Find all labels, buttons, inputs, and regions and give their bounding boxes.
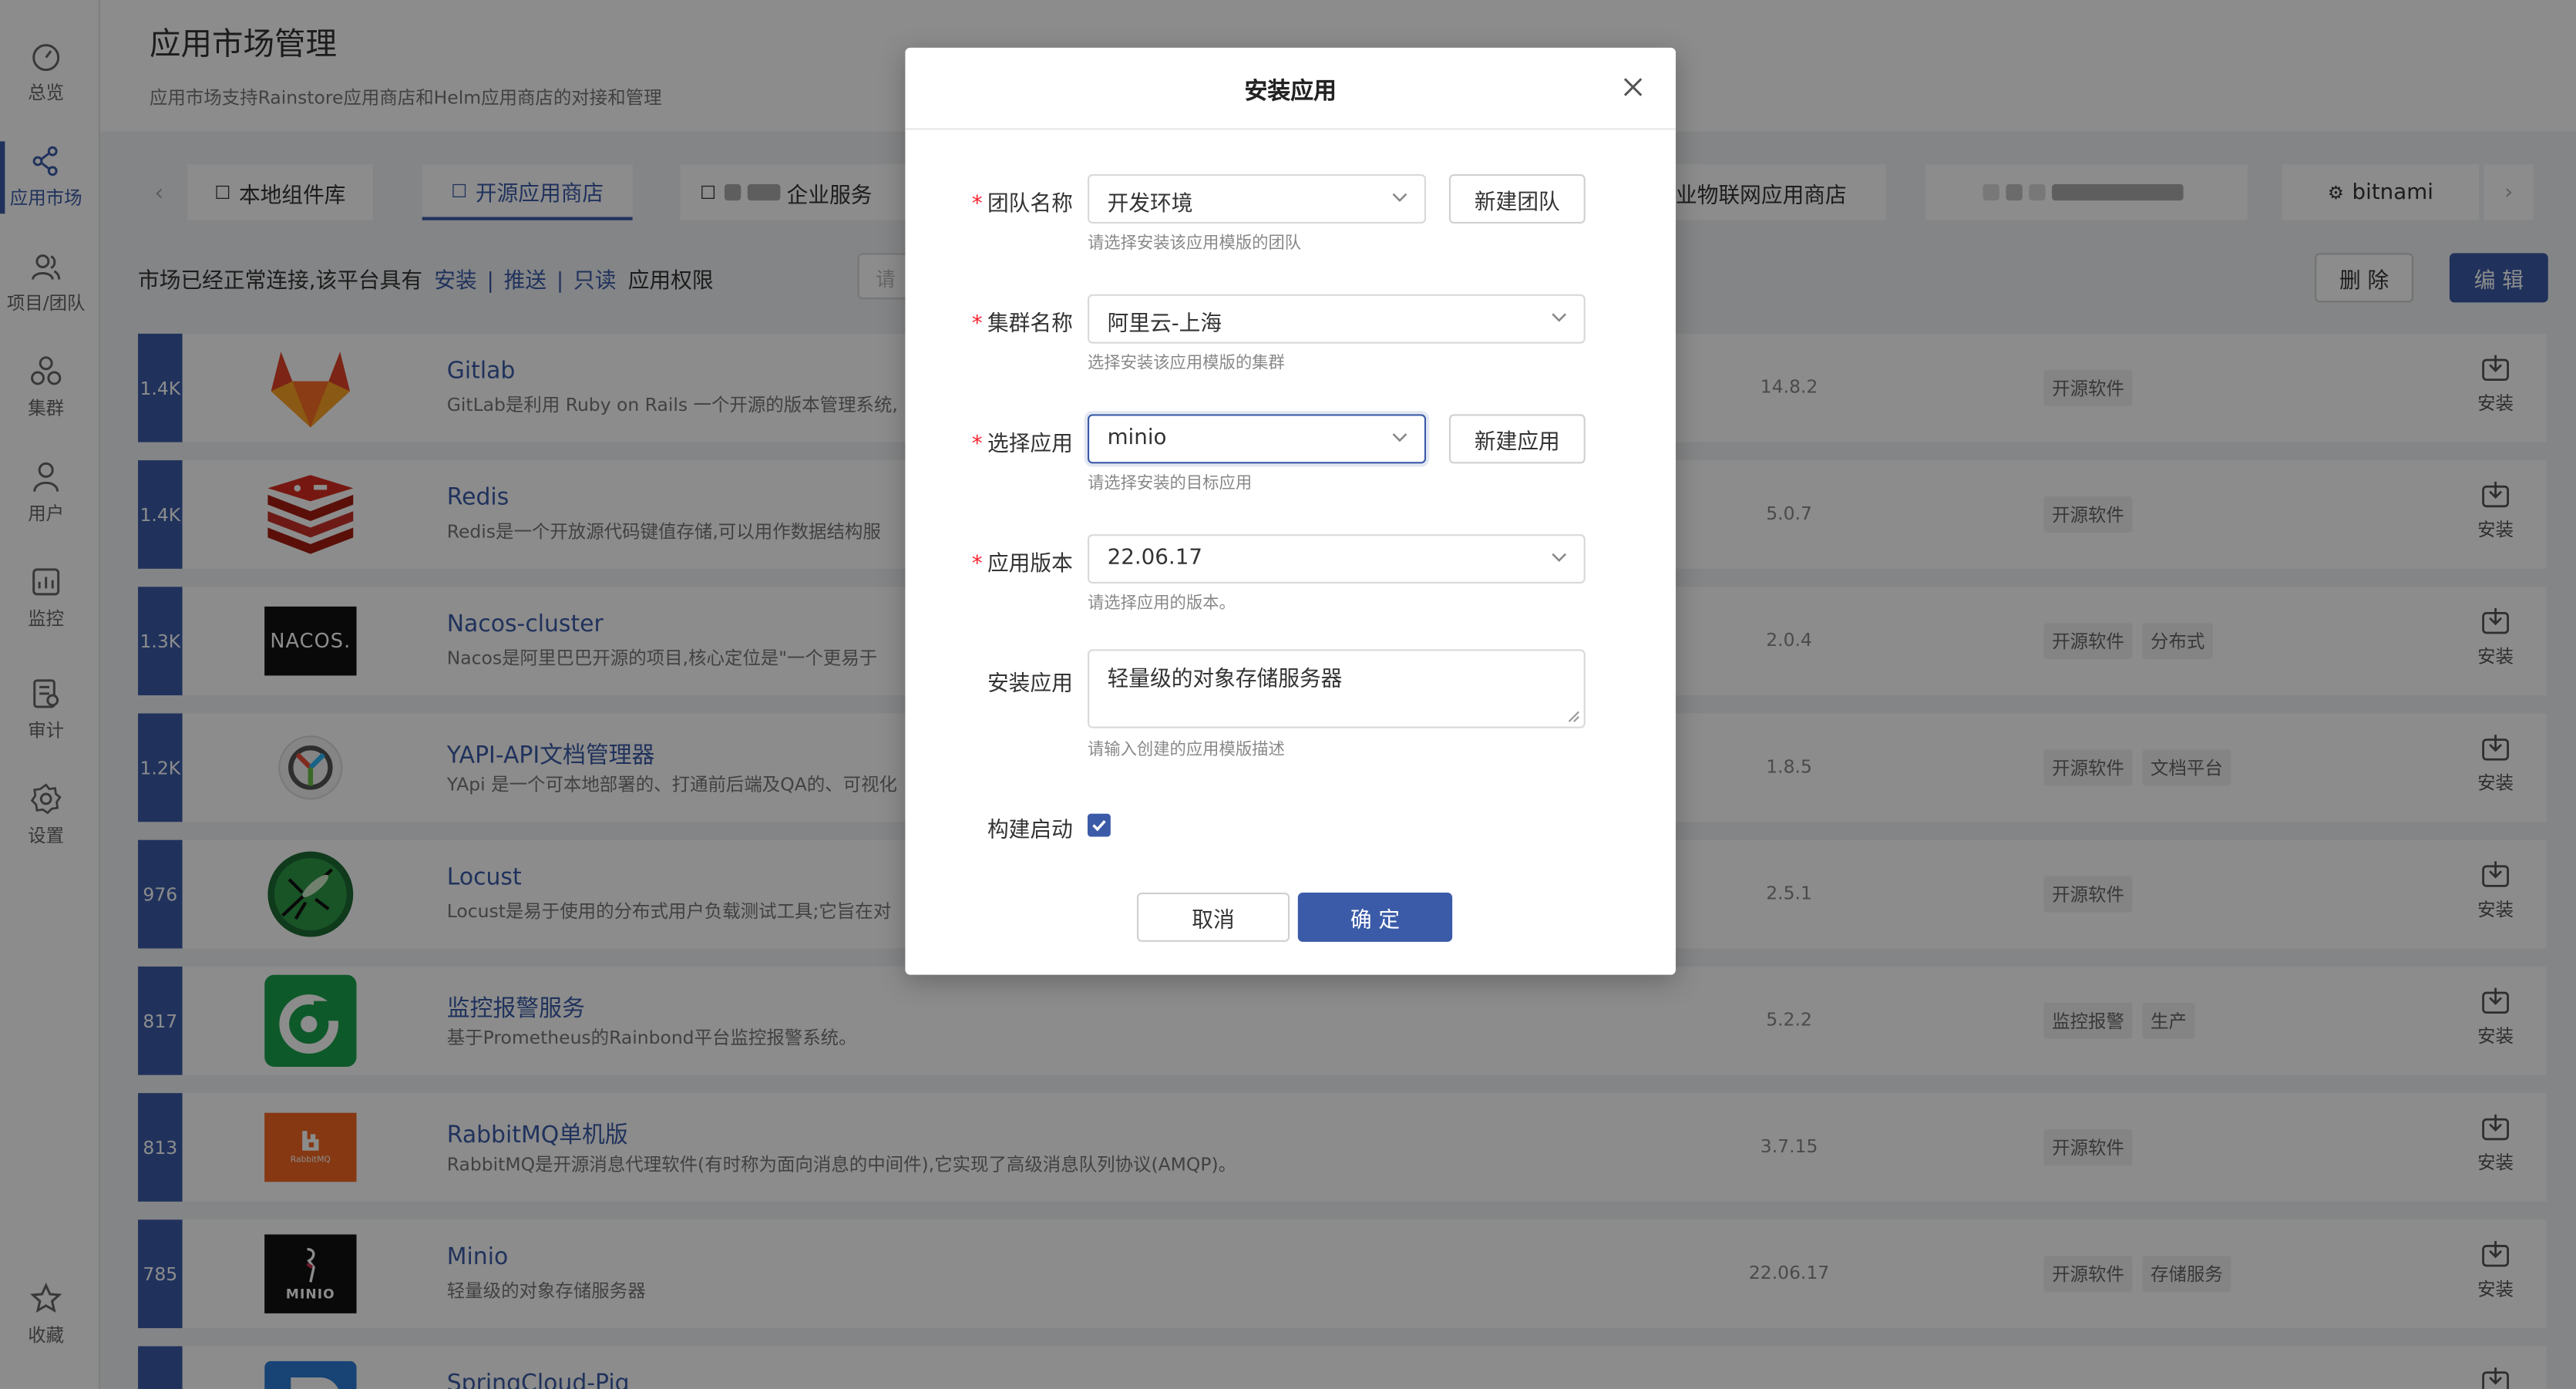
label-text: 团队名称 [987, 192, 1073, 217]
build-start-checkbox[interactable] [1087, 813, 1111, 837]
version-label: * 应用版本 [954, 546, 1073, 577]
required-mark: * [971, 312, 983, 338]
desc-textarea[interactable]: 轻量级的对象存储服务器 [1087, 649, 1586, 728]
close-icon[interactable] [1620, 74, 1646, 100]
textarea-value: 轻量级的对象存储服务器 [1107, 667, 1343, 692]
app-label: * 选择应用 [954, 425, 1073, 457]
label-text: 应用版本 [987, 552, 1073, 577]
cluster-label: * 集群名称 [954, 306, 1073, 338]
build-label: 构建启动 [987, 818, 1073, 843]
select-value: 22.06.17 [1107, 545, 1202, 570]
label-text: 选择应用 [987, 432, 1073, 457]
cluster-help: 选择安装该应用模版的集群 [1087, 355, 1285, 374]
chevron-down-icon [1392, 193, 1407, 202]
required-mark: * [971, 432, 983, 457]
desc-help: 请输入创建的应用模版描述 [1087, 741, 1285, 760]
app-select[interactable]: minio [1087, 414, 1427, 464]
label-text: 集群名称 [987, 312, 1073, 338]
app-help: 请选择安装的目标应用 [1087, 475, 1253, 493]
cancel-button[interactable]: 取消 [1136, 892, 1290, 942]
select-value: 开发环境 [1107, 192, 1193, 217]
chevron-down-icon [1552, 313, 1567, 322]
team-select[interactable]: 开发环境 [1087, 174, 1427, 224]
cluster-select[interactable]: 阿里云-上海 [1087, 294, 1586, 344]
chevron-down-icon [1392, 433, 1407, 442]
select-value: minio [1107, 425, 1167, 451]
team-help: 请选择安装该应用模版的团队 [1087, 234, 1302, 254]
checkmark-icon [1092, 820, 1106, 832]
select-value: 阿里云-上海 [1107, 312, 1222, 338]
install-app-modal: 安装应用 * 团队名称 开发环境 新建团队 请选择安装该应用模版的团队 * 集群名称… [905, 47, 1676, 975]
desc-label: 安装应用 [987, 672, 1073, 698]
version-select[interactable]: 22.06.17 [1087, 534, 1586, 584]
version-help: 请选择应用的版本。 [1087, 594, 1236, 614]
resize-handle-icon[interactable] [1567, 710, 1580, 723]
new-team-button[interactable]: 新建团队 [1448, 174, 1586, 224]
modal-header: 安装应用 [905, 48, 1676, 130]
team-label: * 团队名称 [954, 186, 1073, 217]
confirm-button[interactable]: 确 定 [1297, 892, 1453, 942]
modal-title: 安装应用 [1244, 79, 1337, 106]
chevron-down-icon [1552, 553, 1567, 562]
required-mark: * [971, 552, 983, 577]
required-mark: * [971, 192, 983, 217]
new-app-button[interactable]: 新建应用 [1448, 414, 1586, 464]
